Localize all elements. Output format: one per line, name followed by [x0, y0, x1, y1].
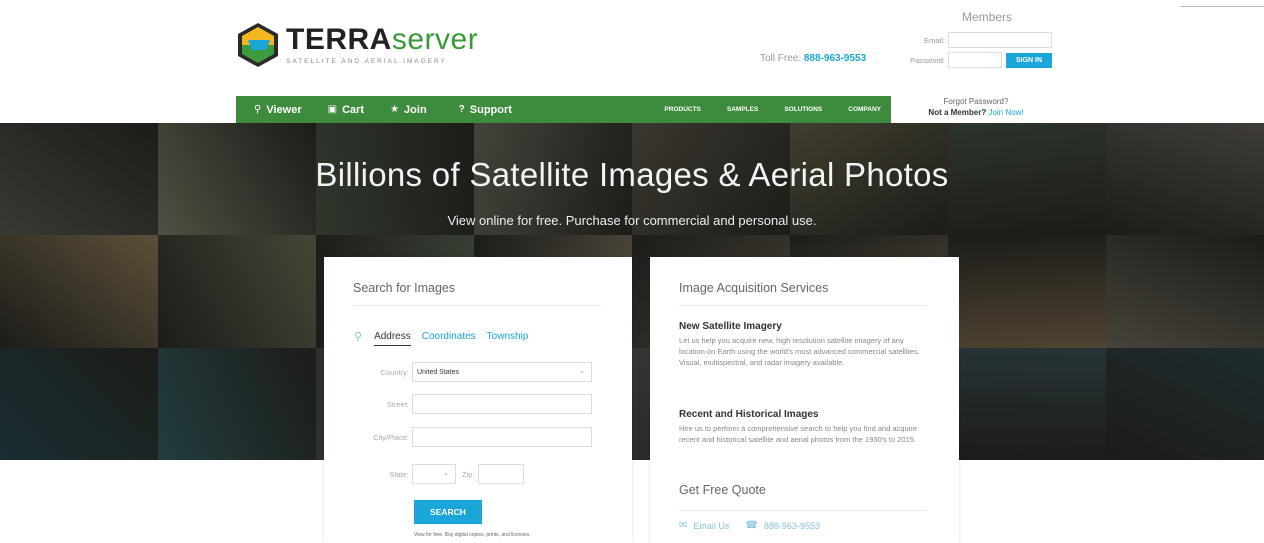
map-pin-icon: ⚲ [354, 331, 363, 343]
nav-join[interactable]: ★ Join [390, 104, 427, 116]
not-member-text: Not a Member? [928, 108, 987, 117]
question-icon: ? [458, 104, 465, 115]
toll-free-label: Toll Free: [760, 53, 802, 64]
tab-coordinates[interactable]: Coordinates [422, 331, 476, 342]
hexagon-logo-icon [238, 23, 278, 67]
join-now-link[interactable]: Join Now! [988, 108, 1023, 117]
quote-contact-links: ✉ Email Us ☎ 888-963-9553 [679, 520, 836, 531]
phone-link[interactable]: ☎ 888-963-9553 [745, 520, 820, 531]
section-heading: Recent and Historical Images [679, 409, 819, 420]
section-heading: New Satellite Imagery [679, 321, 782, 332]
search-tabs: ⚲ Address Coordinates Township [354, 327, 539, 346]
nav-products[interactable]: PRODUCTS [664, 106, 700, 113]
state-select[interactable]: ⌄ [412, 464, 456, 484]
tab-address[interactable]: Address [374, 331, 411, 346]
search-images-card: Search for Images ⚲ Address Coordinates … [324, 257, 632, 543]
nav-samples[interactable]: SAMPLES [727, 106, 758, 113]
tab-township[interactable]: Township [487, 331, 529, 342]
street-field[interactable] [412, 394, 592, 414]
hero-title: Billions of Satellite Images & Aerial Ph… [315, 156, 949, 193]
acquisition-card-title: Image Acquisition Services [679, 281, 829, 295]
chevron-down-icon: ⌄ [579, 368, 585, 375]
hero-banner: Billions of Satellite Images & Aerial Ph… [0, 123, 1264, 460]
toll-free-number[interactable]: 888-963-9553 [804, 53, 866, 64]
nav-solutions[interactable]: SOLUTIONS [784, 106, 822, 113]
hero-subtitle: View online for free. Purchase for comme… [447, 213, 817, 228]
section-body: Hire us to perform a comprehensive searc… [679, 424, 918, 444]
search-icon: ⚲ [254, 104, 262, 115]
divider [679, 510, 927, 511]
divider [353, 305, 601, 306]
city-label: City/Place: [373, 432, 409, 442]
account-links: Forgot Password? Not a Member? Join Now! [900, 96, 1052, 118]
nav-company[interactable]: COMPANY [848, 106, 881, 113]
historical-images-section: Recent and Historical Images Hire us to … [679, 409, 929, 445]
email-us-link[interactable]: ✉ Email Us [679, 520, 729, 531]
new-satellite-imagery-section: New Satellite Imagery Let us help you ac… [679, 321, 929, 368]
password-label: Password: [909, 55, 945, 65]
envelope-icon: ✉ [679, 520, 688, 531]
chevron-down-icon: ⌄ [443, 470, 449, 477]
city-field[interactable] [412, 427, 592, 447]
cart-icon: ▣ [327, 104, 338, 115]
divider [1180, 6, 1264, 7]
star-icon: ★ [390, 104, 400, 115]
section-body: Let us help you acquire new, high resolu… [679, 336, 920, 367]
country-select[interactable]: United States ⌄ [412, 362, 592, 382]
sign-in-button[interactable]: SIGN IN [1006, 52, 1052, 68]
password-field[interactable] [948, 52, 1002, 68]
state-zip-row: State: ⌄ Zip: [324, 464, 524, 484]
zip-label: Zip: [462, 469, 475, 479]
search-card-title: Search for Images [353, 281, 456, 295]
state-label: State: [389, 469, 409, 479]
nav-cart[interactable]: ▣ Cart [328, 104, 364, 116]
country-row: Country: United States ⌄ [324, 362, 592, 382]
zip-field[interactable] [477, 464, 524, 484]
nav-support[interactable]: ? Support [459, 104, 512, 116]
image-acquisition-card: Image Acquisition Services New Satellite… [650, 257, 959, 543]
email-field[interactable] [948, 32, 1052, 48]
nav-viewer[interactable]: ⚲ Viewer [254, 104, 302, 116]
logo-wordmark: TERRAserver [286, 23, 479, 56]
logo-tagline: SATELLITE AND AERIAL IMAGERY [286, 58, 447, 65]
city-row: City/Place: [324, 427, 592, 447]
forgot-password-link[interactable]: Forgot Password? [900, 96, 1052, 107]
members-title: Members [961, 10, 1012, 24]
free-quote-title: Get Free Quote [679, 483, 766, 497]
search-button[interactable]: SEARCH [414, 500, 482, 524]
street-row: Street: [324, 394, 592, 414]
divider [679, 305, 927, 306]
phone-icon: ☎ [745, 520, 758, 531]
country-label: Country: [380, 367, 409, 377]
members-login: Members Email: Password: SIGN IN [902, 10, 1052, 72]
toll-free-phone: Toll Free: 888-963-9553 [760, 53, 866, 64]
email-label: Email: [924, 35, 945, 45]
search-disclaimer: View for free. Buy digital copies, print… [414, 532, 531, 538]
main-nav-bar: ⚲ Viewer ▣ Cart ★ Join ? Support PRODUCT… [236, 96, 891, 123]
street-label: Street: [386, 399, 409, 409]
terraserver-logo[interactable]: TERRAserver SATELLITE AND AERIAL IMAGERY [236, 22, 478, 68]
